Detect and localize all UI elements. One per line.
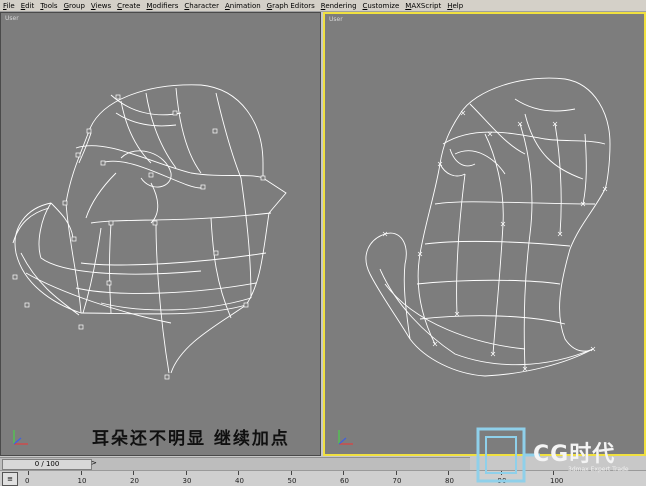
ruler-tick [80, 471, 82, 475]
ruler-tick [185, 471, 187, 475]
ruler-tick [133, 471, 134, 475]
menu-views[interactable]: Views [88, 2, 114, 10]
ruler-tick [238, 471, 239, 475]
menu-help[interactable]: Help [444, 2, 466, 10]
wireframe-head-right [365, 77, 611, 377]
axis-tripod-icon [338, 430, 353, 445]
ruler-tick-label: 30 [182, 477, 192, 485]
viewport-left[interactable]: User [0, 12, 321, 456]
menu-customize[interactable]: Customize [360, 2, 403, 10]
menu-bar: File Edit Tools Group Views Create Modif… [0, 0, 646, 12]
ruler-tick-label: 50 [287, 477, 297, 485]
ruler-tick [448, 471, 449, 475]
ruler-tick [290, 471, 292, 475]
axis-tripod-icon [13, 430, 28, 445]
menu-create[interactable]: Create [114, 2, 143, 10]
ruler-tick-label: 70 [392, 477, 402, 485]
menu-maxscript[interactable]: MAXScript [402, 2, 444, 10]
time-slider[interactable]: 0 / 100 > [0, 457, 470, 470]
menu-modifiers[interactable]: Modifiers [143, 2, 181, 10]
ruler-tick-label: 20 [130, 477, 139, 485]
menu-rendering[interactable]: Rendering [318, 2, 360, 10]
ruler-tick [395, 471, 397, 475]
menu-graph-editors[interactable]: Graph Editors [264, 2, 318, 10]
ruler-tick-label: 0 [25, 477, 30, 485]
time-slider-thumb[interactable]: 0 / 100 [2, 459, 92, 470]
ruler-tick-label: 40 [235, 477, 244, 485]
menu-group[interactable]: Group [61, 2, 88, 10]
ruler-tick-label: 10 [77, 477, 87, 485]
time-slider-next-icon[interactable]: > [91, 459, 97, 467]
menu-tools[interactable]: Tools [37, 2, 60, 10]
ruler-tick-label: 80 [445, 477, 454, 485]
caption-text: 耳朵还不明显 继续加点 [92, 429, 290, 449]
menu-edit[interactable]: Edit [18, 2, 38, 10]
menu-animation[interactable]: Animation [222, 2, 264, 10]
menu-file[interactable]: File [0, 2, 18, 10]
wireframe-head-left [12, 84, 287, 380]
ruler-tick-label: 60 [340, 477, 349, 485]
track-bar-icon[interactable]: ≡ [2, 472, 18, 486]
ruler-tick [28, 471, 29, 475]
logo-text: CG时代 [533, 442, 616, 467]
logo-subtitle: 3dmax Expert Trade [568, 466, 629, 473]
ruler-tick [343, 471, 344, 475]
viewport-right[interactable]: User [323, 12, 646, 456]
menu-character[interactable]: Character [181, 2, 222, 10]
